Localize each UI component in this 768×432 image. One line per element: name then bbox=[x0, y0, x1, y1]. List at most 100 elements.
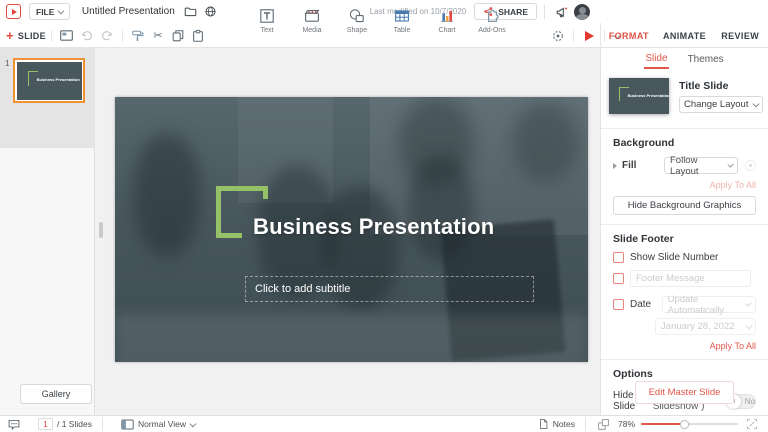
insert-table-label: Table bbox=[394, 27, 411, 34]
shape-icon bbox=[349, 8, 365, 24]
change-layout-button[interactable]: Change Layout bbox=[679, 96, 763, 113]
plus-icon: + bbox=[6, 29, 14, 42]
format-painter-icon bbox=[131, 29, 145, 43]
canvas-scrollbar[interactable] bbox=[99, 222, 103, 238]
footer-message-row bbox=[613, 270, 756, 287]
hide-background-graphics-button[interactable]: Hide Background Graphics bbox=[613, 196, 756, 215]
chevron-down-icon bbox=[190, 420, 196, 426]
footer-apply-to-all-link[interactable]: Apply To All bbox=[613, 341, 756, 351]
topbar: FILE Untitled Presentation Last modified… bbox=[0, 0, 768, 48]
subtitle-placeholder-text: Click to add subtitle bbox=[255, 283, 350, 295]
table-icon bbox=[394, 8, 410, 24]
format-panel-tabs: Slide Themes bbox=[601, 48, 768, 70]
normal-view-icon bbox=[121, 419, 134, 430]
date-value-text: January 28, 2022 bbox=[661, 321, 734, 332]
layout-preview: Business Presentation bbox=[609, 78, 669, 114]
undo-button[interactable] bbox=[77, 26, 97, 46]
slide-title-text[interactable]: Business Presentation bbox=[253, 214, 494, 240]
background-heading: Background bbox=[613, 137, 756, 149]
date-value-select[interactable]: January 28, 2022 bbox=[655, 318, 756, 335]
layout-icon bbox=[59, 28, 74, 43]
insert-chart-button[interactable]: Chart bbox=[431, 8, 463, 34]
media-icon bbox=[304, 8, 320, 24]
insert-table-button[interactable]: Table bbox=[386, 8, 418, 34]
insert-chart-label: Chart bbox=[438, 27, 455, 34]
publish-button[interactable] bbox=[201, 2, 221, 22]
tab-format[interactable]: FORMAT bbox=[601, 23, 657, 48]
expand-caret-icon[interactable] bbox=[613, 163, 617, 169]
footer-message-input[interactable] bbox=[630, 270, 751, 287]
subtitle-placeholder-box[interactable]: Click to add subtitle bbox=[245, 276, 534, 302]
background-apply-to-all-link[interactable]: Apply To All bbox=[613, 180, 756, 190]
format-panel: Slide Themes Business Presentation Title… bbox=[600, 48, 768, 415]
insert-media-label: Media bbox=[302, 27, 321, 34]
statusbar: 1 / 1 Slides Normal View Notes 78% bbox=[0, 415, 768, 432]
add-slide-button[interactable]: + SLIDE bbox=[6, 29, 46, 42]
zoom-slider-fill bbox=[641, 423, 685, 425]
edit-master-slide-button[interactable]: Edit Master Slide bbox=[635, 381, 735, 404]
options-heading: Options bbox=[613, 368, 756, 380]
tab-review[interactable]: REVIEW bbox=[712, 23, 768, 48]
chevron-down-icon bbox=[746, 301, 752, 307]
slideshow-settings-button[interactable] bbox=[548, 26, 568, 46]
current-slide-field[interactable]: 1 bbox=[38, 418, 53, 430]
play-icon bbox=[585, 31, 594, 41]
chevron-down-icon bbox=[58, 8, 64, 14]
fill-type-select[interactable]: Follow Layout bbox=[664, 157, 738, 174]
zoom-level-text: 78% bbox=[618, 419, 635, 429]
fit-to-screen-button[interactable] bbox=[744, 417, 760, 431]
document-title[interactable]: Untitled Presentation bbox=[82, 6, 175, 17]
footer-message-checkbox[interactable] bbox=[613, 273, 624, 284]
tab-animate[interactable]: ANIMATE bbox=[657, 23, 713, 48]
zoom-slider[interactable] bbox=[641, 419, 738, 429]
fill-label: Fill bbox=[622, 160, 636, 171]
thumbnail-title-text: Business Presentation bbox=[37, 77, 80, 82]
gear-icon bbox=[551, 29, 565, 43]
globe-icon bbox=[204, 5, 217, 18]
date-checkbox[interactable] bbox=[613, 299, 624, 310]
insert-shape-label: Shape bbox=[347, 27, 367, 34]
chevron-down-icon bbox=[753, 101, 759, 107]
insert-shape-button[interactable]: Shape bbox=[341, 8, 373, 34]
file-menu-button[interactable]: FILE bbox=[29, 3, 70, 20]
notes-button[interactable]: Notes bbox=[538, 418, 575, 430]
insert-text-button[interactable]: Text bbox=[251, 8, 283, 34]
redo-button[interactable] bbox=[97, 26, 117, 46]
scissors-icon: ✂ bbox=[153, 29, 162, 42]
slide-thumbnail-1[interactable]: Business Presentation bbox=[13, 58, 85, 103]
show-slide-number-checkbox[interactable] bbox=[613, 252, 624, 263]
folder-button[interactable] bbox=[181, 2, 201, 22]
gallery-button[interactable]: Gallery bbox=[20, 384, 92, 404]
date-mode-select[interactable]: Update Automatically bbox=[662, 296, 756, 313]
addons-puzzle-icon bbox=[484, 8, 500, 24]
folder-icon bbox=[184, 5, 197, 18]
fit-slide-icon bbox=[597, 418, 610, 431]
play-slideshow-button[interactable] bbox=[579, 26, 599, 46]
date-value-row: January 28, 2022 bbox=[613, 318, 756, 335]
slide-editor[interactable]: Business Presentation Click to add subti… bbox=[115, 97, 588, 362]
show-slide-number-row: Show Slide Number bbox=[613, 252, 756, 263]
zoom-slider-handle[interactable] bbox=[680, 420, 689, 429]
format-painter-button[interactable] bbox=[128, 26, 148, 46]
user-avatar[interactable] bbox=[574, 4, 590, 20]
fill-row: Fill Follow Layout bbox=[613, 157, 756, 174]
paste-button[interactable] bbox=[188, 26, 208, 46]
format-panel-body: Business Presentation Title Slide Change… bbox=[601, 70, 768, 432]
cut-button[interactable]: ✂ bbox=[148, 26, 168, 46]
slide-layout-button[interactable] bbox=[57, 26, 77, 46]
copy-button[interactable] bbox=[168, 26, 188, 46]
text-tool-icon bbox=[259, 8, 275, 24]
comments-button[interactable] bbox=[6, 417, 22, 431]
add-slide-label: SLIDE bbox=[18, 31, 46, 41]
insert-addons-button[interactable]: Add-Ons bbox=[476, 8, 508, 34]
notes-label: Notes bbox=[553, 419, 575, 429]
view-mode-select[interactable]: Normal View bbox=[121, 419, 195, 430]
announcements-button[interactable] bbox=[552, 2, 572, 22]
tab-themes[interactable]: Themes bbox=[687, 51, 725, 68]
tab-slide[interactable]: Slide bbox=[644, 50, 668, 69]
layout-preview-thumbnail[interactable]: Business Presentation bbox=[609, 78, 669, 114]
insert-media-button[interactable]: Media bbox=[296, 8, 328, 34]
fit-slide-button[interactable] bbox=[596, 417, 612, 431]
statusbar-right: Notes 78% bbox=[538, 417, 760, 431]
fill-settings-icon[interactable] bbox=[745, 160, 756, 171]
